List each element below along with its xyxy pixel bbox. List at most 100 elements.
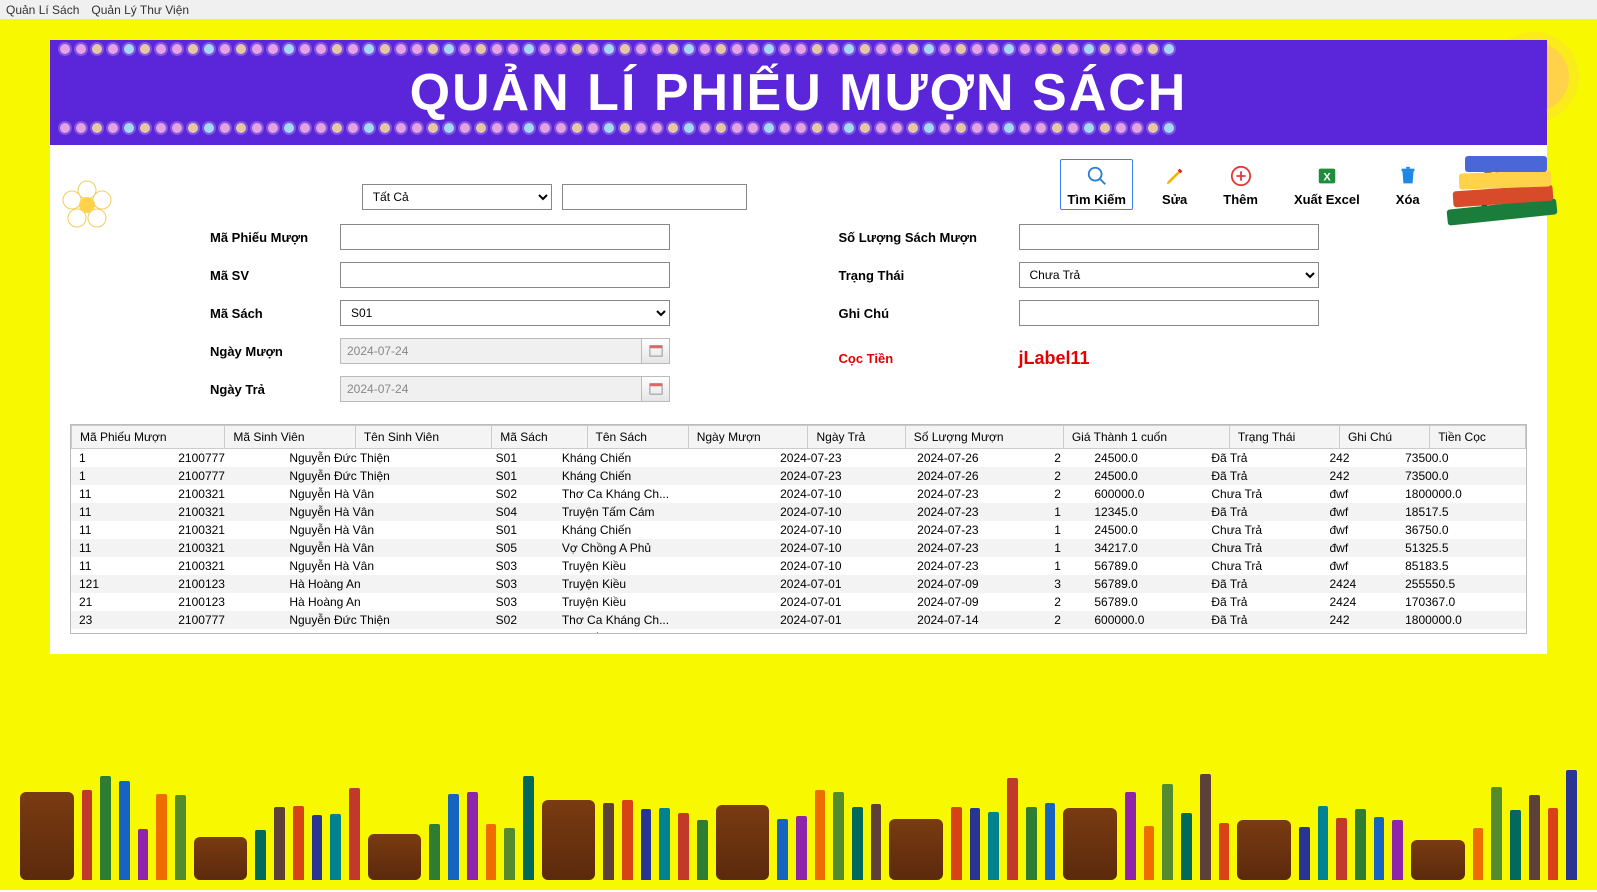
table-cell: S01	[488, 521, 554, 539]
column-header[interactable]: Mã Sách	[492, 426, 587, 449]
label-ngay-muon: Ngày Mượn	[210, 344, 330, 359]
table-cell: 2100123	[170, 575, 281, 593]
table-cell: 2024-07-26	[909, 449, 1046, 467]
menu-item-library[interactable]: Quản Lý Thư Viện	[91, 3, 189, 17]
flower-row-icon	[50, 123, 1547, 141]
table-cell: 2424	[1322, 629, 1398, 634]
input-so-luong[interactable]	[1019, 224, 1319, 250]
table-cell: 2024-07-23	[909, 503, 1046, 521]
input-ma-sv[interactable]	[340, 262, 670, 288]
table-cell: 2100321	[170, 557, 281, 575]
table-row[interactable]: 12100777Nguyễn Đức ThiệnS01Kháng Chiến20…	[71, 467, 1526, 485]
column-header[interactable]: Tiền Cọc	[1430, 426, 1526, 449]
table-cell: Chưa Trả	[1203, 539, 1321, 557]
table-row[interactable]: 12100777Nguyễn Đức ThiệnS01Kháng Chiến20…	[71, 449, 1526, 467]
column-header[interactable]: Ngày Mượn	[688, 426, 808, 449]
select-trang-thai[interactable]: Chưa Trả	[1019, 262, 1319, 288]
table-cell: 2100777	[170, 467, 281, 485]
table-row[interactable]: 112100321Nguyễn Hà VânS05Vợ Chồng A Phủ2…	[71, 539, 1526, 557]
table-cell: Chưa Trả	[1203, 485, 1321, 503]
button-label: Xóa	[1396, 192, 1420, 207]
delete-button[interactable]: Xóa	[1389, 159, 1427, 210]
input-ma-phieu[interactable]	[340, 224, 670, 250]
input-ngay-tra[interactable]	[340, 376, 642, 402]
search-input[interactable]	[562, 184, 747, 210]
table-cell: 1800000.0	[1397, 611, 1526, 629]
column-header[interactable]: Tên Sách	[587, 426, 688, 449]
table-row[interactable]: 1212100123Hà Hoàng AnS03Truyện Kiều2024-…	[71, 575, 1526, 593]
table-cell: 2024-07-23	[909, 557, 1046, 575]
table-cell: 2100123	[170, 593, 281, 611]
table-row[interactable]: 112100321Nguyễn Hà VânS02Thơ Ca Kháng Ch…	[71, 485, 1526, 503]
trash-icon	[1396, 164, 1420, 188]
table-cell: Hà Hoàng An	[281, 575, 487, 593]
table-cell: Thơ Ca Kháng Ch...	[554, 485, 772, 503]
table-cell: 600000.0	[1086, 485, 1203, 503]
input-ngay-muon[interactable]	[340, 338, 642, 364]
table-cell: 2	[1046, 467, 1086, 485]
table-row[interactable]: 112100321Nguyễn Hà VânS01Kháng Chiến2024…	[71, 521, 1526, 539]
search-button[interactable]: Tìm Kiếm	[1060, 159, 1133, 210]
table-cell: đwf	[1322, 539, 1398, 557]
column-header[interactable]: Mã Sinh Viên	[225, 426, 355, 449]
table-cell: 2	[1046, 485, 1086, 503]
table-scroll[interactable]: 12100777Nguyễn Đức ThiệnS01Kháng Chiến20…	[71, 449, 1526, 634]
table-cell: Đã Trả	[1203, 503, 1321, 521]
table-cell: 2024-07-01	[772, 629, 909, 634]
select-ma-sach[interactable]: S01	[340, 300, 670, 326]
column-header[interactable]: Trạng Thái	[1229, 426, 1339, 449]
input-ghi-chu[interactable]	[1019, 300, 1319, 326]
column-header[interactable]: Giá Thành 1 cuốn	[1063, 426, 1229, 449]
page-title: QUẢN LÍ PHIẾU MƯỢN SÁCH	[410, 63, 1188, 123]
table-cell: 1	[71, 449, 170, 467]
table-row[interactable]: 232100777Nguyễn Đức ThiệnS02Thơ Ca Kháng…	[71, 611, 1526, 629]
table-cell: 2024-07-10	[772, 557, 909, 575]
add-button[interactable]: Thêm	[1216, 159, 1265, 210]
table-cell: Đã Trả	[1203, 593, 1321, 611]
calendar-button[interactable]	[642, 376, 670, 402]
label-ghi-chu: Ghi Chú	[839, 306, 1009, 321]
column-header[interactable]: Tên Sinh Viên	[355, 426, 491, 449]
table-row[interactable]: 242100123Hà Hoàng AnS05Vợ Chồng A Phủ202…	[71, 629, 1526, 634]
table-cell: 2024-07-10	[772, 539, 909, 557]
table-cell: 12345.0	[1086, 503, 1203, 521]
table-row[interactable]: 212100123Hà Hoàng AnS03Truyện Kiều2024-0…	[71, 593, 1526, 611]
table-cell: 1	[1046, 557, 1086, 575]
menu-item-books[interactable]: Quản Lí Sách	[6, 3, 79, 17]
label-ma-sv: Mã SV	[210, 268, 330, 283]
table-row[interactable]: 112100321Nguyễn Hà VânS04Truyện Tấm Cám2…	[71, 503, 1526, 521]
table-cell: 11	[71, 485, 170, 503]
table-cell: 242	[1322, 611, 1398, 629]
table-cell: 170367.0	[1397, 593, 1526, 611]
column-header[interactable]: Ngày Trả	[808, 426, 905, 449]
page: QUẢN LÍ PHIẾU MƯỢN SÁCH Tất Cả Tìm Kiếm	[0, 20, 1597, 890]
table-cell: S01	[488, 467, 554, 485]
table-cell: 1	[1046, 629, 1086, 634]
label-coc-tien: Cọc Tiền	[839, 351, 1009, 366]
edit-button[interactable]: Sửa	[1155, 159, 1194, 210]
table-cell: Nguyễn Hà Vân	[281, 503, 487, 521]
button-label: Xuất Excel	[1294, 192, 1360, 207]
table-cell: 34217.0	[1086, 539, 1203, 557]
column-header[interactable]: Mã Phiếu Mượn	[72, 426, 225, 449]
calendar-button[interactable]	[642, 338, 670, 364]
table-cell: S04	[488, 503, 554, 521]
table-cell: 2024-07-10	[772, 485, 909, 503]
filter-select[interactable]: Tất Cả	[362, 184, 552, 210]
value-coc-tien: jLabel11	[1019, 348, 1090, 369]
table-cell: Nguyễn Hà Vân	[281, 539, 487, 557]
table-cell: 11	[71, 503, 170, 521]
table-cell: Nguyễn Hà Vân	[281, 521, 487, 539]
table-row[interactable]: 112100321Nguyễn Hà VânS03Truyện Kiều2024…	[71, 557, 1526, 575]
export-excel-button[interactable]: X Xuất Excel	[1287, 159, 1367, 210]
table-cell: 2024-07-23	[909, 539, 1046, 557]
table-cell: Kháng Chiến	[554, 521, 772, 539]
table-cell: 36750.0	[1397, 521, 1526, 539]
table-cell: 24500.0	[1086, 521, 1203, 539]
table-cell: 11	[71, 557, 170, 575]
table-cell: 2024-07-23	[772, 449, 909, 467]
column-header[interactable]: Số Lượng Mượn	[905, 426, 1063, 449]
column-header[interactable]: Ghi Chú	[1339, 426, 1429, 449]
table-cell: 2100777	[170, 449, 281, 467]
table-cell: 2024-07-01	[772, 611, 909, 629]
